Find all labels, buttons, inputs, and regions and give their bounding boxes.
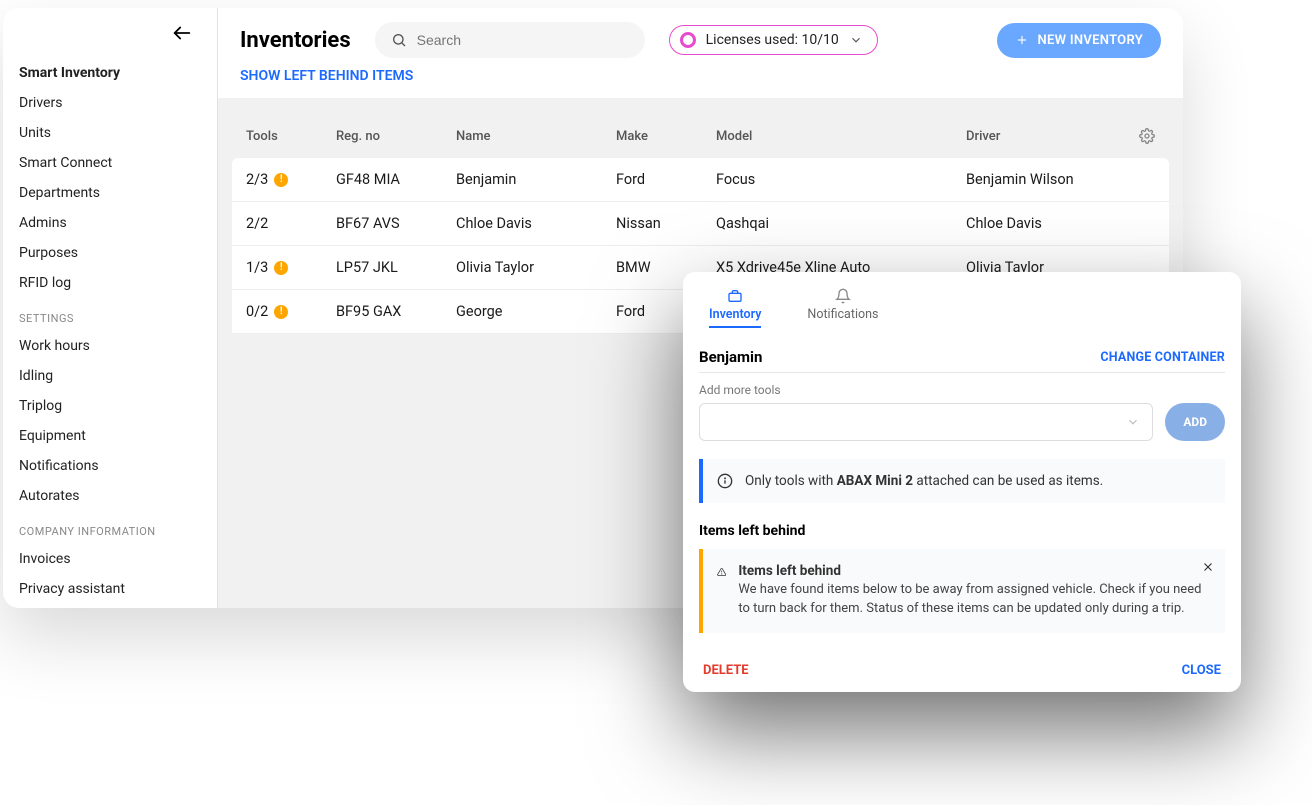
sidebar-item-equipment[interactable]: Equipment xyxy=(19,421,201,451)
items-left-behind-title: Items left behind xyxy=(699,523,1225,539)
change-container-button[interactable]: CHANGE CONTAINER xyxy=(1100,350,1225,365)
back-arrow-icon[interactable] xyxy=(171,22,193,50)
licenses-text: Licenses used: 10/10 xyxy=(706,32,839,48)
info-icon xyxy=(717,473,733,489)
cell-tools: 1/3! xyxy=(246,259,336,276)
tab-notifications-label: Notifications xyxy=(807,307,878,322)
cell-tools: 2/3! xyxy=(246,171,336,188)
show-left-behind-link[interactable]: SHOW LEFT BEHIND ITEMS xyxy=(218,68,1183,98)
cell-model: Focus xyxy=(716,171,966,188)
tab-inventory-label: Inventory xyxy=(709,307,761,322)
col-name: Name xyxy=(456,129,616,144)
warning-icon xyxy=(717,563,726,581)
sidebar-item-rfid-log[interactable]: RFID log xyxy=(19,268,201,298)
warning-title: Items left behind xyxy=(738,563,1211,579)
sidebar-item-autorates[interactable]: Autorates xyxy=(19,481,201,511)
container-header: Benjamin CHANGE CONTAINER xyxy=(699,336,1225,373)
col-reg: Reg. no xyxy=(336,129,456,144)
add-button[interactable]: ADD xyxy=(1165,403,1225,441)
toolbox-icon xyxy=(727,288,743,304)
col-driver: Driver xyxy=(966,129,1125,144)
gear-icon[interactable] xyxy=(1125,128,1155,144)
cell-reg: BF95 GAX xyxy=(336,303,456,320)
cell-tools: 2/2 xyxy=(246,215,336,232)
sidebar-item-purposes[interactable]: Purposes xyxy=(19,238,201,268)
sidebar-heading-settings: SETTINGS xyxy=(19,298,201,331)
sidebar-item-admins[interactable]: Admins xyxy=(19,208,201,238)
sidebar-item-notifications[interactable]: Notifications xyxy=(19,451,201,481)
bell-icon xyxy=(835,288,851,304)
cell-reg: LP57 JKL xyxy=(336,259,456,276)
new-inventory-label: NEW INVENTORY xyxy=(1037,33,1143,48)
cell-make: Nissan xyxy=(616,215,716,232)
sidebar-item-departments[interactable]: Departments xyxy=(19,178,201,208)
table-header-row: Tools Reg. no Name Make Model Driver xyxy=(232,114,1169,158)
close-icon[interactable] xyxy=(1201,559,1215,578)
cell-driver: Chloe Davis xyxy=(966,215,1125,232)
add-tools-label: Add more tools xyxy=(699,383,1225,397)
detail-tabs: Inventory Notifications xyxy=(699,288,1225,336)
table-row[interactable]: 2/3!GF48 MIABenjaminFordFocusBenjamin Wi… xyxy=(232,158,1169,202)
delete-button[interactable]: DELETE xyxy=(703,663,749,678)
cell-name: Olivia Taylor xyxy=(456,259,616,276)
sidebar-item-smart-connect[interactable]: Smart Connect xyxy=(19,148,201,178)
licenses-chip[interactable]: Licenses used: 10/10 xyxy=(669,25,878,55)
info-callout: Only tools with ABAX Mini 2 attached can… xyxy=(699,459,1225,503)
cell-name: George xyxy=(456,303,616,320)
warning-dot-icon: ! xyxy=(274,305,288,319)
warning-dot-icon: ! xyxy=(274,173,288,187)
col-tools: Tools xyxy=(246,129,336,144)
chevron-down-icon xyxy=(1126,415,1140,429)
sidebar-nav: Smart Inventory Drivers Units Smart Conn… xyxy=(3,58,217,604)
warning-callout: Items left behind We have found items be… xyxy=(699,549,1225,633)
page-title: Inventories xyxy=(240,28,351,53)
detail-footer: DELETE CLOSE xyxy=(699,653,1225,680)
tab-notifications[interactable]: Notifications xyxy=(807,288,878,328)
cell-reg: GF48 MIA xyxy=(336,171,456,188)
cell-make: Ford xyxy=(616,171,716,188)
cell-reg: BF67 AVS xyxy=(336,215,456,232)
warning-body: We have found items below to be away fro… xyxy=(738,581,1211,619)
tools-select[interactable] xyxy=(699,403,1153,441)
table-row[interactable]: 2/2BF67 AVSChloe DavisNissanQashqaiChloe… xyxy=(232,202,1169,246)
plus-icon xyxy=(1015,33,1029,47)
chevron-down-icon xyxy=(849,33,863,47)
col-make: Make xyxy=(616,129,716,144)
info-text: Only tools with ABAX Mini 2 attached can… xyxy=(745,473,1103,489)
sidebar-item-idling[interactable]: Idling xyxy=(19,361,201,391)
sidebar-heading-company: COMPANY INFORMATION xyxy=(19,511,201,544)
sidebar-item-drivers[interactable]: Drivers xyxy=(19,88,201,118)
cell-name: Chloe Davis xyxy=(456,215,616,232)
topbar: Inventories Licenses used: 10/10 NEW INV… xyxy=(218,8,1183,68)
new-inventory-button[interactable]: NEW INVENTORY xyxy=(997,23,1161,58)
sidebar-item-units[interactable]: Units xyxy=(19,118,201,148)
license-circle-icon xyxy=(680,32,696,48)
cell-driver: Benjamin Wilson xyxy=(966,171,1125,188)
add-tools-row: ADD xyxy=(699,403,1225,441)
sidebar-item-work-hours[interactable]: Work hours xyxy=(19,331,201,361)
close-button[interactable]: CLOSE xyxy=(1182,663,1221,678)
warning-dot-icon: ! xyxy=(274,261,288,275)
sidebar-item-privacy-assistant[interactable]: Privacy assistant xyxy=(19,574,201,604)
sidebar-item-triplog[interactable]: Triplog xyxy=(19,391,201,421)
tab-inventory[interactable]: Inventory xyxy=(709,288,761,328)
sidebar-item-smart-inventory[interactable]: Smart Inventory xyxy=(19,58,201,88)
search-input[interactable] xyxy=(415,31,629,49)
container-name: Benjamin xyxy=(699,348,762,366)
cell-model: Qashqai xyxy=(716,215,966,232)
cell-tools: 0/2! xyxy=(246,303,336,320)
col-model: Model xyxy=(716,129,966,144)
sidebar: Smart Inventory Drivers Units Smart Conn… xyxy=(3,8,218,608)
search-icon xyxy=(391,32,407,48)
inventory-detail-panel: Inventory Notifications Benjamin CHANGE … xyxy=(683,272,1241,692)
cell-name: Benjamin xyxy=(456,171,616,188)
search-input-wrap[interactable] xyxy=(375,22,645,58)
sidebar-item-invoices[interactable]: Invoices xyxy=(19,544,201,574)
